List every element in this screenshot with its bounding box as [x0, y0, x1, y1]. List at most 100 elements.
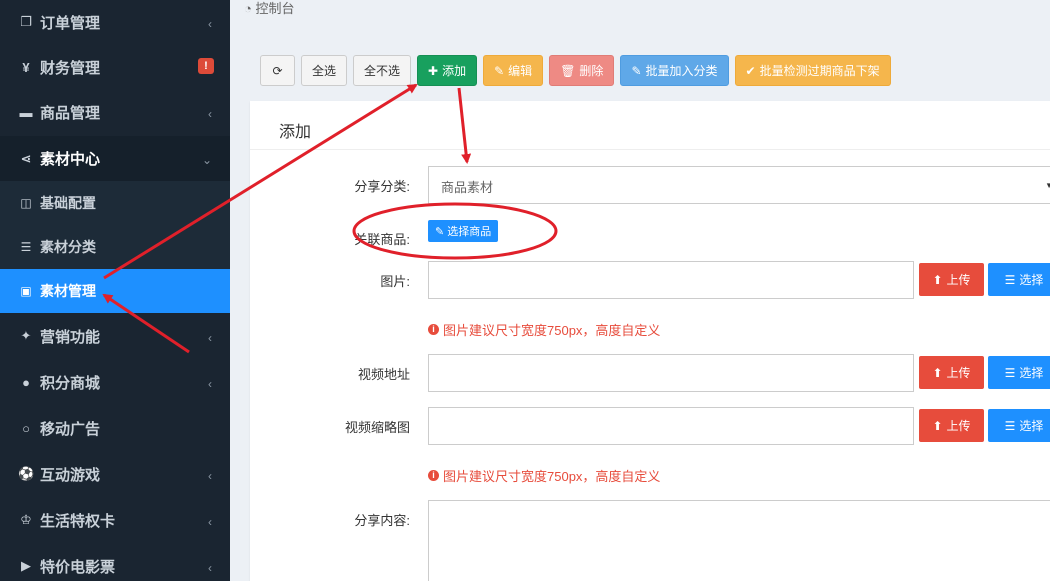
sidebar-item-label: 素材中心	[40, 151, 101, 168]
sidebar-item-marketing[interactable]: ✦ 营销功能 ‹	[0, 314, 230, 358]
select-all-button[interactable]: 全选	[301, 55, 348, 86]
alert-badge: !	[198, 58, 214, 74]
sidebar-subitem-material-category[interactable]: ☰ 素材分类	[0, 225, 230, 269]
sidebar-item-mobile-ads[interactable]: ○ 移动广告	[0, 406, 230, 450]
sidebar-item-label: 特价电影票	[40, 558, 116, 576]
category-select[interactable]: 商品素材 ▼	[428, 166, 1050, 204]
delete-button[interactable]: 🗑 删除	[549, 55, 615, 86]
list-icon: ☰	[1004, 418, 1016, 433]
thumb-upload-button[interactable]: ⬆ 上传	[919, 409, 984, 442]
choose-label: 选择	[1019, 273, 1044, 287]
soccer-icon: ⚽	[18, 466, 35, 481]
category-select-value: 商品素材	[441, 180, 494, 195]
chevron-left-icon: ‹	[208, 377, 212, 391]
delete-button-label: 删除	[579, 64, 604, 78]
sidebar-item-label: 基础配置	[40, 195, 96, 211]
main-content: ◔ 控制台 ⟳ 全选 全不选 ✚ 添加 ✎ 编辑 🗑 删除 ✎ 批量加入分类 ✔…	[230, 0, 1050, 581]
sidebar-subitem-material-manage[interactable]: ▣ 素材管理	[0, 269, 230, 313]
sidebar-item-games[interactable]: ⚽ 互动游戏 ‹	[0, 452, 230, 496]
deselect-all-button[interactable]: 全不选	[353, 55, 412, 86]
sidebar-item-label: 商品管理	[40, 104, 101, 122]
check-icon: ✔	[745, 63, 756, 78]
upload-icon: ⬆	[932, 365, 943, 380]
video-url-input[interactable]	[428, 354, 914, 392]
video-icon: ▶	[21, 558, 31, 573]
circle-icon: ○	[22, 420, 30, 436]
refresh-button[interactable]: ⟳	[260, 55, 295, 86]
trash-icon: 🗑	[560, 63, 576, 78]
chevron-left-icon: ‹	[208, 561, 212, 575]
sidebar-item-label: 素材管理	[40, 283, 96, 299]
list-icon: ☰	[1004, 365, 1016, 380]
share-icon: ⋖	[20, 150, 32, 166]
sidebar-item-label: 互动游戏	[40, 466, 101, 484]
panel-title: 添加	[279, 124, 312, 141]
image-input[interactable]	[428, 261, 914, 299]
choose-label: 选择	[1019, 366, 1044, 380]
batch-category-button[interactable]: ✎ 批量加入分类	[620, 55, 729, 86]
sidebar-item-label: 生活特权卡	[40, 512, 116, 530]
chevron-left-icon: ‹	[208, 515, 212, 529]
content-textarea[interactable]	[428, 500, 1050, 581]
thumb-choose-button[interactable]: ☰ 选择	[988, 409, 1050, 442]
sidebar-item-label: 素材分类	[40, 239, 96, 255]
upload-icon: ⬆	[932, 272, 943, 287]
video-choose-button[interactable]: ☰ 选择	[988, 356, 1050, 389]
columns-icon: ◫	[20, 196, 32, 210]
edit-button[interactable]: ✎ 编辑	[483, 55, 544, 86]
image-upload-button[interactable]: ⬆ 上传	[919, 263, 984, 296]
thumb-size-hint: i 图片建议尺寸宽度750px，高度自定义	[428, 466, 660, 485]
info-icon: i	[428, 324, 439, 335]
sidebar-item-label: 营销功能	[40, 328, 101, 346]
content-label: 分享内容:	[354, 513, 410, 528]
list-icon: ☰	[20, 240, 32, 254]
hint-text: 图片建议尺寸宽度750px，高度自定义	[443, 323, 661, 338]
sidebar-item-label: 积分商城	[40, 374, 101, 392]
sidebar-item-material-center[interactable]: ⋖ 素材中心 ⌄	[0, 136, 230, 181]
yen-icon: ¥	[22, 59, 30, 75]
edit-icon: ✎	[435, 225, 445, 238]
crown-icon: ♔	[20, 512, 32, 527]
chevron-left-icon: ‹	[208, 469, 212, 483]
image-icon: ▣	[20, 284, 32, 298]
batch-check-label: 批量检测过期商品下架	[759, 64, 880, 78]
video-thumb-input[interactable]	[428, 407, 914, 445]
chevron-left-icon: ‹	[208, 107, 212, 121]
sidebar-item-label: 财务管理	[40, 59, 101, 77]
dashboard-icon: ◔	[244, 1, 252, 16]
batch-check-button[interactable]: ✔ 批量检测过期商品下架	[734, 55, 891, 86]
select-product-button[interactable]: ✎ 选择商品	[428, 220, 499, 242]
sidebar-item-movie-tickets[interactable]: ▶ 特价电影票 ‹	[0, 544, 230, 581]
divider	[250, 149, 1050, 150]
add-form-panel: 添加 分享分类: 商品素材 ▼ 关联商品: ✎ 选择商品 图片: ⬆ 上传 ☰ …	[250, 101, 1050, 581]
batch-category-label: 批量加入分类	[645, 64, 718, 78]
sidebar-item-orders[interactable]: ❐ 订单管理 ‹	[0, 0, 230, 44]
edit-button-label: 编辑	[508, 64, 533, 78]
upload-label: 上传	[946, 273, 971, 287]
video-upload-button[interactable]: ⬆ 上传	[919, 356, 984, 389]
image-choose-button[interactable]: ☰ 选择	[988, 263, 1050, 296]
chevron-down-icon: ⌄	[201, 153, 212, 167]
upload-label: 上传	[946, 419, 971, 433]
sidebar-item-privilege-card[interactable]: ♔ 生活特权卡 ‹	[0, 498, 230, 542]
pencil-icon: ✎	[494, 63, 505, 78]
copy-icon: ❐	[20, 14, 32, 29]
caret-down-icon: ▼	[1045, 181, 1050, 190]
sidebar-item-finance[interactable]: ¥ 财务管理 !	[0, 45, 230, 89]
coin-icon: ●	[22, 374, 30, 390]
toolbar: ⟳ 全选 全不选 ✚ 添加 ✎ 编辑 🗑 删除 ✎ 批量加入分类 ✔ 批量检测过…	[260, 55, 891, 86]
add-button[interactable]: ✚ 添加	[417, 55, 478, 86]
sidebar-subitem-basic-config[interactable]: ◫ 基础配置	[0, 181, 230, 225]
image-label: 图片:	[380, 274, 410, 289]
plus-icon: ✚	[428, 63, 439, 78]
refresh-icon: ⟳	[272, 63, 283, 78]
sidebar: ❐ 订单管理 ‹ ¥ 财务管理 ! ▬ 商品管理 ‹ ⋖ 素材中心 ⌄ ◫ 基础…	[0, 0, 230, 581]
video-thumb-label: 视频缩略图	[344, 420, 410, 435]
sidebar-item-products[interactable]: ▬ 商品管理 ‹	[0, 90, 230, 134]
breadcrumb[interactable]: ◔ 控制台	[244, 0, 295, 17]
select-product-label: 选择商品	[447, 226, 492, 238]
upload-label: 上传	[946, 366, 971, 380]
sidebar-item-points-mall[interactable]: ● 积分商城 ‹	[0, 360, 230, 404]
breadcrumb-label: 控制台	[255, 1, 295, 16]
sidebar-item-label: 移动广告	[40, 420, 101, 438]
